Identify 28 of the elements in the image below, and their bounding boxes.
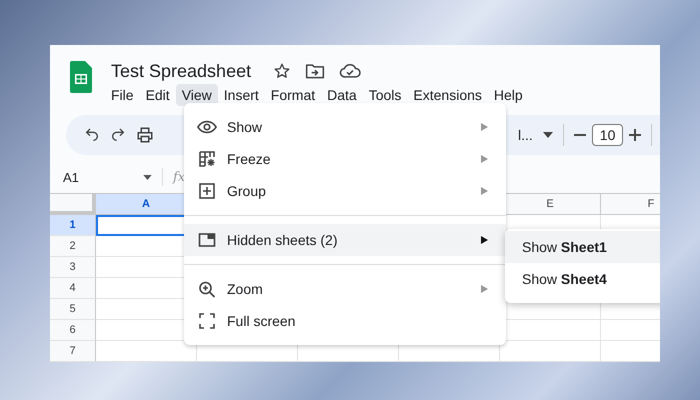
menu-bar-item[interactable]: Data <box>321 84 363 106</box>
menu-item[interactable]: Zoom <box>184 273 506 305</box>
function-label: fx <box>173 170 186 184</box>
row-header[interactable]: 3 <box>50 257 96 278</box>
row-header[interactable]: 5 <box>50 299 96 320</box>
submenu-item[interactable]: Show Sheet4 <box>505 263 660 295</box>
menu-item[interactable]: Show <box>184 111 506 143</box>
menu-bar-item[interactable]: File <box>105 84 140 106</box>
menu-bar-item[interactable]: Tools <box>362 84 408 106</box>
row-header[interactable]: 1 <box>50 215 96 236</box>
menu-item[interactable]: Hidden sheets (2) <box>184 224 506 256</box>
row-header[interactable]: 4 <box>50 278 96 299</box>
name-box[interactable]: A1 <box>63 170 133 184</box>
submenu-item[interactable]: Show Sheet1 <box>505 231 660 263</box>
menu-item[interactable]: Freeze <box>184 143 506 175</box>
menu-bar-item[interactable]: Help <box>488 84 529 106</box>
font-dropdown[interactable]: l... <box>518 127 533 143</box>
font-size-field[interactable]: 10 <box>592 124 624 146</box>
row-header[interactable]: 7 <box>50 341 96 362</box>
menu-item[interactable]: Full screen <box>184 305 506 337</box>
menu-bar-item[interactable]: Edit <box>140 84 176 106</box>
menu-bar-item[interactable]: View <box>176 84 218 106</box>
menu-bar-item[interactable]: Extensions <box>407 84 488 106</box>
document-title[interactable]: Test Spreadsheet <box>111 60 252 82</box>
menu-bar-item[interactable]: Format <box>264 84 322 106</box>
menu-bar-item[interactable]: Insert <box>218 84 265 106</box>
row-header[interactable]: 6 <box>50 320 96 341</box>
row-header[interactable]: 2 <box>50 236 96 257</box>
